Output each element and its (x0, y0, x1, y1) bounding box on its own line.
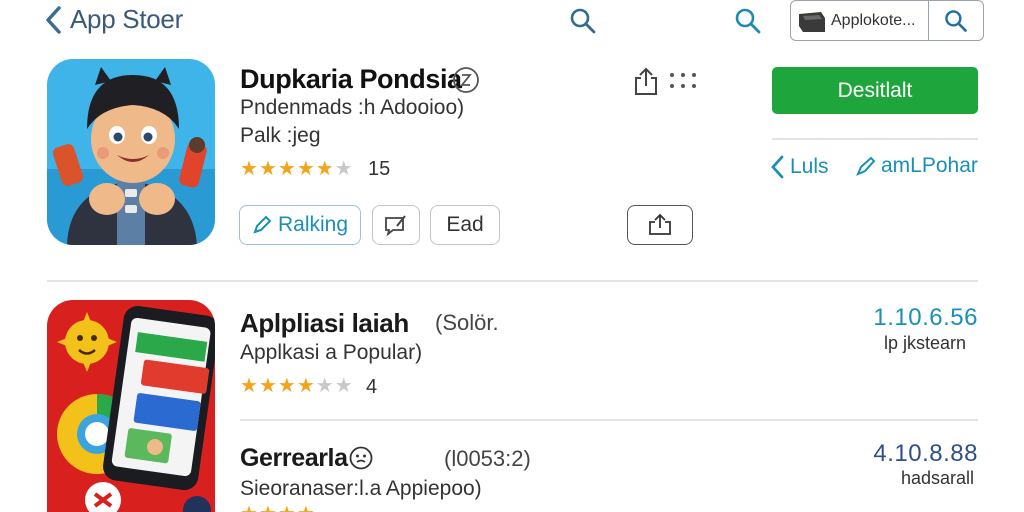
less-link[interactable]: Luls (770, 154, 829, 180)
app-store-page: App Stoer Applokote... Dupkaria Pondsia … (0, 0, 1024, 512)
ranking-button[interactable]: Ralking (239, 205, 361, 245)
star-icon: ★ (240, 158, 258, 180)
featured-app-category: Palk :jeg (240, 124, 321, 147)
app-version: 1.10.6.56 (873, 304, 978, 331)
ead-button[interactable]: Ead (430, 205, 500, 245)
featured-rating-count: 15 (368, 158, 391, 180)
star-icon: ★ (315, 158, 334, 180)
featured-app-name: Dupkaria Pondsia (240, 64, 462, 94)
back-button[interactable]: App Stoer (44, 4, 183, 35)
star-icon: ★ (296, 158, 315, 180)
info-icon[interactable] (452, 66, 480, 94)
star-icon: ★ (277, 158, 296, 180)
ranking-button-label: Ralking (277, 213, 349, 236)
store-icon (799, 11, 825, 32)
app-store-title: App Stoer (70, 4, 183, 34)
chevron-left-icon (771, 155, 784, 179)
get-button[interactable]: Desitlalt (772, 67, 978, 114)
star-icon: ★ (240, 504, 258, 512)
search-field[interactable]: Applokote... (790, 0, 984, 41)
star-icon: ★ (334, 158, 353, 180)
star-icon: ★ (278, 504, 296, 512)
app-rating-count: 4 (366, 376, 378, 398)
search-icon (945, 9, 967, 32)
star-icon: ★ (334, 375, 353, 397)
share-icon[interactable] (632, 66, 660, 98)
app-rating-stars: ★ ★ ★ ★ (240, 504, 315, 512)
app-version-note: hadsarall (900, 468, 974, 488)
star-icon: ★ (297, 504, 315, 512)
review-button[interactable] (372, 205, 420, 245)
app-rating-stars: ★ ★ ★ ★ ★ ★ (240, 376, 353, 396)
emoji-icon (349, 446, 373, 470)
app-subtitle: Applkasi a Popular) (240, 341, 423, 364)
star-icon: ★ (296, 375, 315, 397)
share-icon (649, 213, 671, 235)
pencil-icon (856, 156, 876, 176)
star-icon: ★ (258, 158, 277, 180)
star-icon: ★ (259, 504, 277, 512)
chat-icon (385, 215, 406, 237)
pencil-icon (253, 215, 272, 234)
list-app-icon[interactable] (47, 300, 215, 512)
chevron-left-icon (46, 5, 61, 34)
featured-rating-stars: ★ ★ ★ ★ ★ ★ (240, 159, 353, 179)
divider (772, 138, 978, 140)
share-button[interactable] (627, 205, 693, 245)
app-version-note: lp jkstearn (883, 333, 966, 353)
star-icon: ★ (315, 375, 334, 397)
star-icon: ★ (258, 375, 277, 397)
search-icon[interactable] (568, 6, 598, 36)
more-options-icon[interactable] (668, 70, 698, 92)
featured-app-icon[interactable] (47, 59, 215, 245)
app-version: 4.10.8.88 (873, 440, 978, 467)
search-icon[interactable] (733, 6, 763, 36)
app-tag: (l0053:2) (444, 446, 531, 471)
featured-app-subtitle: Pndenmads :h Adooioo) (240, 96, 465, 119)
app-tag: (Solör. (435, 310, 499, 335)
list-divider (240, 419, 978, 421)
more-link-label: amLPohar (881, 154, 978, 177)
star-icon: ★ (240, 375, 258, 397)
star-icon: ★ (277, 375, 296, 397)
less-link-label: Luls (790, 155, 829, 178)
search-field-text: Applokote... (831, 11, 916, 29)
app-subtitle: Sieoranaser:l.a Appiepoo) (240, 477, 482, 500)
search-submit-button[interactable] (929, 1, 983, 40)
section-divider (47, 280, 978, 282)
app-name[interactable]: Gerrearla (240, 444, 348, 473)
app-name[interactable]: Aplpliasi laiah (240, 308, 409, 339)
more-link[interactable]: amLPohar (855, 154, 978, 178)
